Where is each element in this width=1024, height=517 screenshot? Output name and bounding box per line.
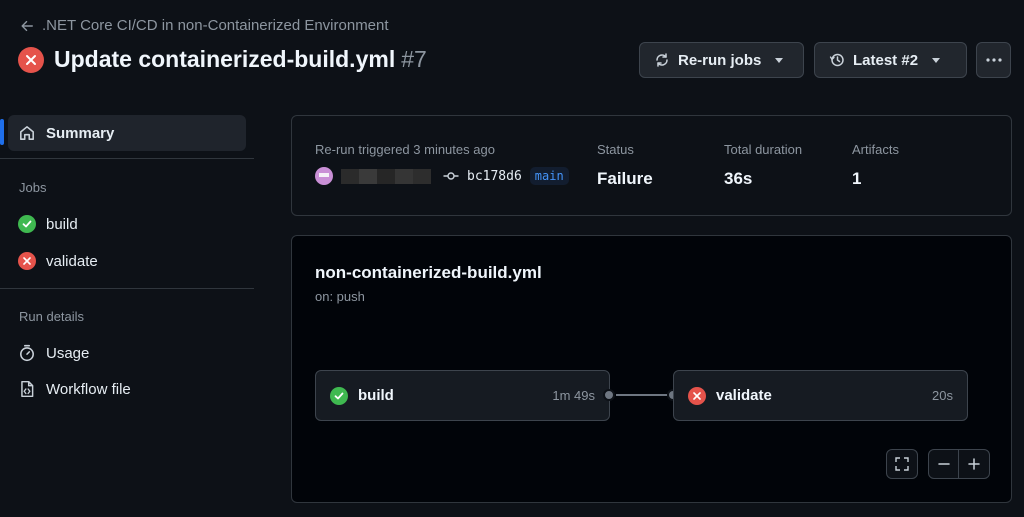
check-circle-fill-icon: [18, 215, 36, 233]
breadcrumb[interactable]: .NET Core CI/CD in non-Containerized Env…: [20, 17, 389, 34]
page-title-row: Update containerized-build.yml #7: [18, 46, 427, 73]
triangle-down-icon: [932, 57, 941, 63]
sidebar-item-label: Workflow file: [46, 380, 131, 398]
attempt-label: Latest #2: [853, 51, 919, 69]
sidebar-item-validate[interactable]: validate: [8, 243, 246, 279]
x-circle-fill-icon: [688, 386, 706, 405]
sidebar-item-workflow-file[interactable]: Workflow file: [8, 371, 246, 407]
x-circle-fill-icon: [18, 46, 44, 73]
jobs-heading: Jobs: [19, 180, 47, 195]
job-node-build[interactable]: build 1m 49s: [315, 370, 610, 421]
file-code-icon: [18, 380, 36, 398]
sync-icon: [654, 52, 670, 68]
connector-node: [603, 389, 615, 401]
commit-row: bc178d6 main: [315, 167, 569, 185]
rerun-jobs-button[interactable]: Re-run jobs: [639, 42, 804, 78]
workflow-file-name[interactable]: non-containerized-build.yml: [315, 263, 542, 283]
zoom-controls: [928, 449, 990, 479]
triangle-down-icon: [775, 57, 784, 63]
kebab-horizontal-icon: [985, 58, 1002, 62]
job-duration: 20s: [932, 388, 953, 403]
x-circle-fill-icon: [18, 252, 36, 270]
sidebar-item-label: build: [46, 215, 78, 233]
status-label: Status: [597, 142, 634, 157]
home-icon: [18, 124, 36, 142]
sidebar-item-summary[interactable]: Summary: [8, 115, 246, 151]
stopwatch-icon: [18, 344, 36, 362]
run-summary-card: [291, 115, 1012, 216]
plus-icon: [968, 458, 980, 470]
job-name: build: [358, 387, 394, 404]
git-commit-icon: [443, 171, 459, 181]
sidebar-item-label: Summary: [46, 124, 115, 142]
active-indicator: [0, 119, 4, 145]
history-icon: [829, 52, 845, 68]
duration-value: 36s: [724, 169, 753, 188]
divider: [0, 158, 254, 159]
screen-full-icon: [894, 456, 910, 472]
run-details-heading: Run details: [19, 309, 85, 324]
rerun-jobs-label: Re-run jobs: [678, 51, 762, 69]
more-options-button[interactable]: [976, 42, 1011, 78]
zoom-in-button[interactable]: [959, 450, 989, 478]
page-title: Update containerized-build.yml #7: [54, 46, 427, 73]
workflow-trigger: on: push: [315, 289, 365, 304]
commit-sha-link[interactable]: bc178d6: [467, 169, 522, 184]
zoom-out-button[interactable]: [929, 450, 959, 478]
redacted-username: [341, 168, 431, 184]
check-circle-fill-icon: [330, 386, 348, 405]
attempt-selector-button[interactable]: Latest #2: [814, 42, 967, 78]
branch-badge[interactable]: main: [529, 167, 569, 185]
job-connector: [616, 394, 668, 396]
run-number: #7: [401, 46, 427, 72]
run-title: Update containerized-build.yml: [54, 46, 396, 72]
avatar[interactable]: [315, 167, 333, 185]
sidebar-item-label: Usage: [46, 344, 90, 362]
sidebar-item-build[interactable]: build: [8, 206, 246, 242]
artifacts-label: Artifacts: [852, 142, 899, 157]
duration-label: Total duration: [724, 142, 803, 157]
status-value: Failure: [597, 169, 653, 188]
job-node-validate[interactable]: validate 20s: [673, 370, 968, 421]
fullscreen-button[interactable]: [886, 449, 918, 479]
job-duration: 1m 49s: [552, 388, 595, 403]
arrow-left-icon: [20, 19, 34, 33]
dash-icon: [937, 463, 950, 465]
workflow-name-link[interactable]: .NET Core CI/CD in non-Containerized Env…: [42, 17, 389, 34]
divider: [0, 288, 254, 289]
trigger-text: Re-run triggered 3 minutes ago: [315, 142, 495, 157]
sidebar-item-usage[interactable]: Usage: [8, 335, 246, 371]
sidebar-item-label: validate: [46, 252, 98, 270]
job-name: validate: [716, 387, 772, 404]
artifacts-value[interactable]: 1: [852, 169, 861, 189]
